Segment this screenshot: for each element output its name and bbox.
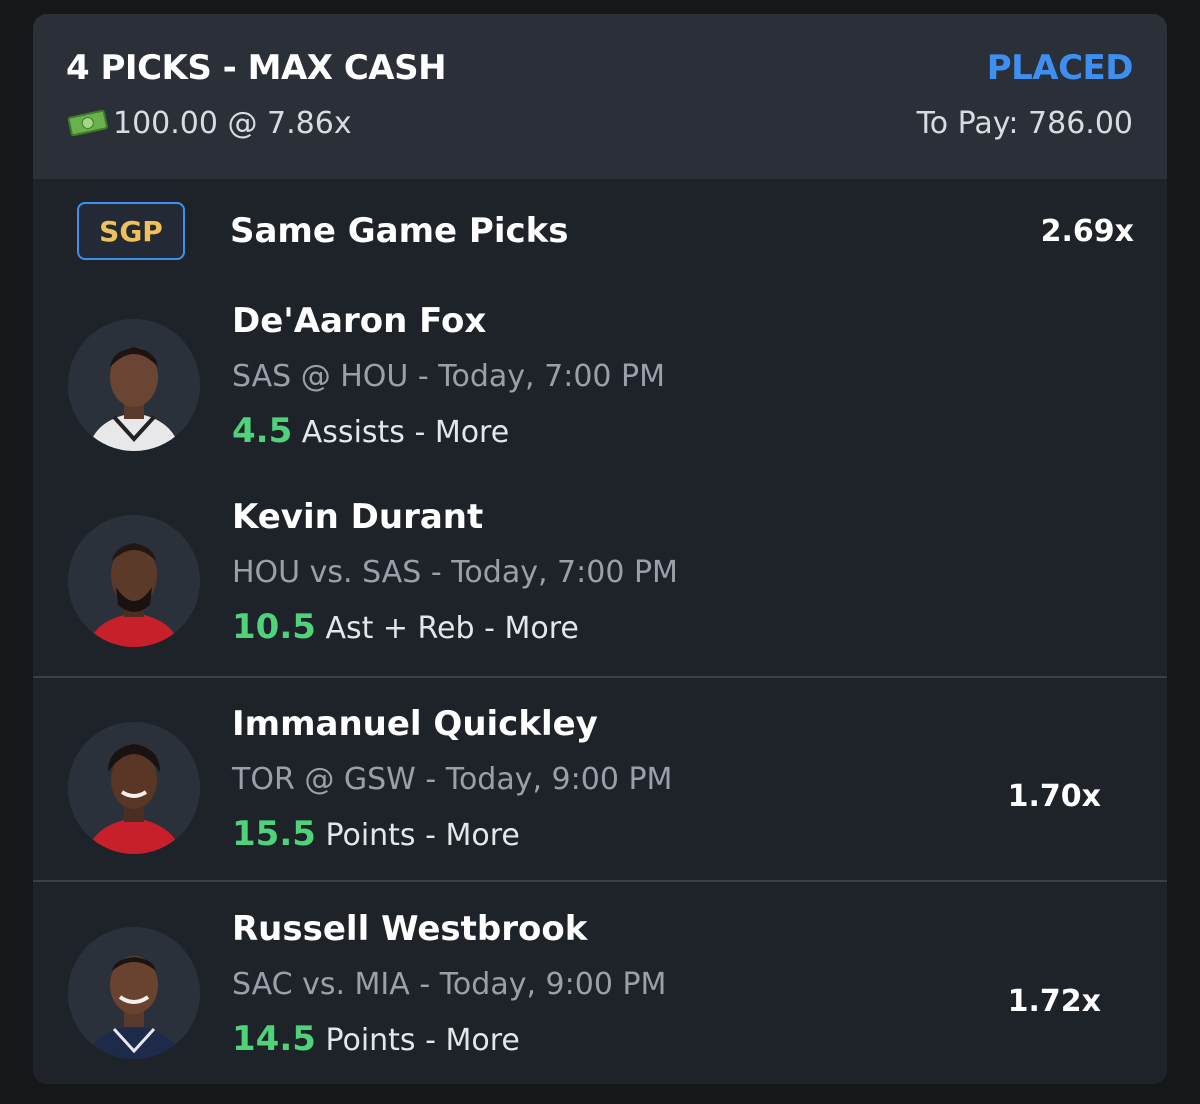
game-info: SAS @ HOU - Today, 7:00 PM (232, 359, 665, 394)
sgp-multiplier: 2.69x (1040, 214, 1134, 249)
player-avatar (68, 927, 200, 1059)
stake-amount: 100.00 @ 7.86x (113, 106, 352, 141)
pick-row[interactable]: De'Aaron Fox SAS @ HOU - Today, 7:00 PM … (33, 299, 1167, 489)
game-info: HOU vs. SAS - Today, 7:00 PM (232, 555, 678, 590)
matchup: SAS @ HOU (232, 359, 409, 394)
line-value: 14.5 (232, 1019, 316, 1059)
sgp-badge: SGP (77, 202, 185, 260)
player-avatar (68, 722, 200, 854)
player-name: De'Aaron Fox (232, 301, 487, 341)
prop-line: 4.5 Assists - More (232, 411, 509, 451)
pick-multiplier: 1.70x (1007, 779, 1101, 814)
entry-card: 4 PICKS - MAX CASH PLACED 100.00 @ 7.86x… (33, 14, 1167, 1084)
line-value: 10.5 (232, 607, 316, 647)
sgp-title: Same Game Picks (230, 211, 569, 251)
matchup: TOR @ GSW (232, 762, 416, 797)
stake-row: 100.00 @ 7.86x (67, 106, 352, 141)
game-time: - Today, 9:00 PM (425, 762, 673, 797)
to-pay-amount: To Pay: 786.00 (916, 106, 1133, 141)
matchup: SAC vs. MIA (232, 967, 410, 1002)
stat-direction: Points - More (325, 818, 520, 853)
prop-line: 15.5 Points - More (232, 814, 520, 854)
prop-line: 10.5 Ast + Reb - More (232, 607, 579, 647)
entry-header: 4 PICKS - MAX CASH PLACED 100.00 @ 7.86x… (33, 14, 1167, 179)
cash-money-icon (67, 108, 109, 138)
pick-row[interactable]: Kevin Durant HOU vs. SAS - Today, 7:00 P… (33, 495, 1167, 685)
line-value: 4.5 (232, 411, 293, 451)
player-name: Immanuel Quickley (232, 704, 598, 744)
line-value: 15.5 (232, 814, 316, 854)
stat-direction: Points - More (325, 1023, 520, 1058)
pick-row[interactable]: Russell Westbrook SAC vs. MIA - Today, 9… (33, 907, 1167, 1084)
pick-multiplier: 1.72x (1007, 984, 1101, 1019)
divider (33, 676, 1167, 678)
divider (33, 880, 1167, 882)
pick-row[interactable]: Immanuel Quickley TOR @ GSW - Today, 9:0… (33, 702, 1167, 892)
player-avatar (68, 515, 200, 647)
prop-line: 14.5 Points - More (232, 1019, 520, 1059)
stat-direction: Ast + Reb - More (325, 611, 579, 646)
game-time: - Today, 7:00 PM (430, 555, 678, 590)
entry-title: 4 PICKS - MAX CASH (66, 48, 447, 88)
game-info: TOR @ GSW - Today, 9:00 PM (232, 762, 672, 797)
matchup: HOU vs. SAS (232, 555, 422, 590)
sgp-group-header: SGP Same Game Picks 2.69x (33, 179, 1167, 279)
game-info: SAC vs. MIA - Today, 9:00 PM (232, 967, 666, 1002)
stat-direction: Assists - More (301, 415, 510, 450)
player-name: Kevin Durant (232, 497, 484, 537)
player-avatar (68, 319, 200, 451)
status-label: PLACED (986, 48, 1134, 88)
game-time: - Today, 7:00 PM (417, 359, 665, 394)
player-name: Russell Westbrook (232, 909, 588, 949)
game-time: - Today, 9:00 PM (419, 967, 667, 1002)
